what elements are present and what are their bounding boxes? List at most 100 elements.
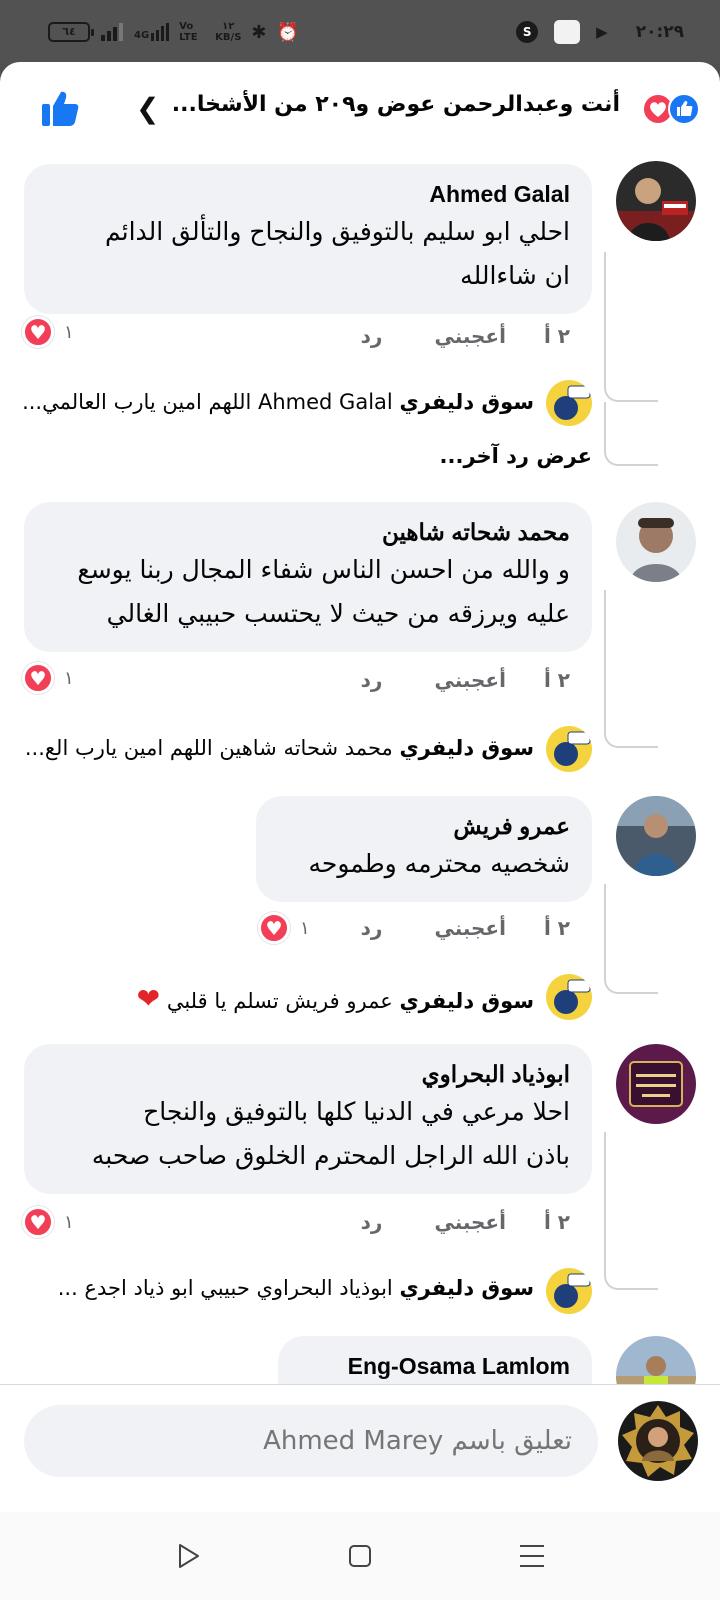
comment-bubble[interactable]: محمد شحاته شاهين و والله من احسن الناس ش… [24, 502, 592, 652]
comment-author[interactable]: Ahmed Galal [46, 178, 570, 210]
reply-author[interactable]: سوق دليفري [399, 390, 534, 414]
red-heart-emoji-icon: ❤ [136, 982, 161, 1015]
comment-text-line: ان شاءالله [460, 261, 570, 290]
comment-time: ٢ أ [543, 668, 570, 692]
reply-author[interactable]: سوق دليفري [399, 1276, 534, 1300]
reply-text: ابوذياد البحراوي حبيبي ابو ذياد اجدع ... [57, 1276, 393, 1300]
battery-icon: ٦٤ [48, 22, 94, 42]
comment-reactions[interactable]: ١ [22, 1206, 74, 1238]
comment-text-line: شخصيه محترمه وطموحه [308, 849, 570, 878]
reply-button[interactable]: رد [361, 324, 383, 348]
back-icon[interactable] [172, 1540, 204, 1572]
commenter-avatar[interactable] [616, 796, 696, 876]
play-notification-icon: ▶ [596, 23, 608, 41]
home-icon[interactable] [344, 1540, 376, 1572]
reply-avatar[interactable] [546, 380, 592, 426]
love-reaction-icon [22, 662, 54, 694]
comment-bubble[interactable]: Ahmed Galal احلي ابو سليم بالتوفيق والنج… [24, 164, 592, 314]
commenter-avatar[interactable] [616, 1044, 696, 1124]
comment-time: ٢ أ [543, 1210, 570, 1234]
comment-bubble[interactable]: ابوذياد البحراوي احلا مرعي في الدنيا كله… [24, 1044, 592, 1194]
signal-icon [101, 23, 123, 41]
thread-line [604, 884, 658, 994]
comment-text-line: احلا مرعي في الدنيا كلها بالتوفيق والنجا… [143, 1097, 570, 1126]
comment-author[interactable]: عمرو فريش [278, 810, 570, 842]
thread-line [604, 590, 658, 748]
like-reaction-icon [668, 93, 700, 125]
thread-line [604, 402, 658, 466]
system-nav-bar [0, 1512, 720, 1600]
comment-actions: ٢ أ أعجبني رد [361, 916, 570, 940]
reply-author[interactable]: سوق دليفري [399, 989, 534, 1013]
comment-text-line: احلي ابو سليم بالتوفيق والنجاح والتألق ا… [105, 217, 570, 246]
alarm-icon: ⏰ [276, 21, 299, 43]
app-notification-icon: S [516, 21, 539, 43]
app-notification-icon-2 [554, 20, 581, 44]
commenter-avatar[interactable] [616, 161, 696, 241]
reply-avatar[interactable] [546, 974, 592, 1020]
reply-text: محمد شحاته شاهين اللهم امين يارب الع... [24, 736, 393, 760]
clock: ٢٠:٢٩ [635, 22, 684, 42]
comment-time: ٢ أ [543, 324, 570, 348]
commenter-avatar[interactable] [616, 502, 696, 582]
comment-author[interactable]: Eng-Osama Lamlom [300, 1350, 570, 1382]
bluetooth-icon: ✱ [251, 21, 267, 43]
reply-text: Ahmed Galal اللهم امين يارب العالمي... [22, 390, 393, 414]
reaction-count: ١ [64, 321, 74, 343]
comments-sheet: ❮ أنت وعبدالرحمن عوض و٢٠٩ من الأشخا... A… [0, 62, 720, 1512]
reply-button[interactable]: رد [361, 668, 383, 692]
reaction-count: ١ [300, 917, 310, 939]
reply-avatar[interactable] [546, 726, 592, 772]
reply-button[interactable]: رد [361, 916, 383, 940]
reaction-count: ١ [64, 667, 74, 689]
comment-reactions[interactable]: ١ [258, 912, 310, 944]
speed-value: ١٢ [222, 21, 235, 32]
comment-text-line: باذن الله الراجل المحترم الخلوق صاحب صحب… [91, 1141, 570, 1170]
comment-text-line: و والله من احسن الناس شفاء المجال ربنا ي… [77, 555, 570, 584]
like-button[interactable]: أعجبني [434, 324, 506, 348]
like-button[interactable]: أعجبني [434, 916, 506, 940]
reply-preview[interactable]: سوق دليفري محمد شحاته شاهين اللهم امين ي… [25, 736, 534, 760]
battery-level: ٦٤ [62, 25, 76, 38]
like-button[interactable]: أعجبني [434, 1210, 506, 1234]
view-more-replies[interactable]: عرض رد آخر... [440, 444, 592, 468]
comment-actions: ٢ أ أعجبني رد [361, 1210, 570, 1234]
like-button[interactable]: أعجبني [434, 668, 506, 692]
menu-icon[interactable] [516, 1540, 548, 1572]
like-thumb-icon[interactable] [40, 88, 80, 128]
reply-preview[interactable]: سوق دليفري ابوذياد البحراوي حبيبي ابو ذي… [58, 1276, 534, 1300]
reply-button[interactable]: رد [361, 1210, 383, 1234]
reactions-header[interactable]: ❮ أنت وعبدالرحمن عوض و٢٠٩ من الأشخا... [0, 62, 720, 154]
user-avatar[interactable] [618, 1401, 698, 1481]
reply-text: عمرو فريش تسلم يا قلبي [166, 989, 393, 1013]
thread-line [604, 1132, 658, 1290]
comment-author[interactable]: محمد شحاته شاهين [46, 516, 570, 548]
speed-unit: KB/S [215, 32, 242, 43]
reaction-count: ١ [64, 1211, 74, 1233]
comment-actions: ٢ أ أعجبني رد [361, 668, 570, 692]
comment-text-line: عليه ويرزقه من حيث لا يحتسب حبيبي الغالي [106, 599, 570, 628]
status-right-icons: S ▶ ٢٠:٢٩ [516, 18, 684, 46]
comment-reactions[interactable]: ١ [22, 662, 74, 694]
reply-preview[interactable]: سوق دليفري عمرو فريش تسلم يا قلبي ❤ [137, 982, 534, 1015]
status-left-icons: ٦٤ 4G Vo LTE ١٢ KB/S ✱ ⏰ [48, 18, 299, 46]
network-4g-icon: 4G [134, 23, 170, 41]
speed-indicator: ١٢ KB/S [215, 21, 241, 43]
love-reaction-icon [22, 1206, 54, 1238]
reply-author[interactable]: سوق دليفري [399, 736, 534, 760]
comment-actions: ٢ أ أعجبني رد [361, 324, 570, 348]
comment-reactions[interactable]: ١ [22, 316, 74, 348]
reactions-summary[interactable]: أنت وعبدالرحمن عوض و٢٠٩ من الأشخا... [172, 92, 620, 117]
comment-input[interactable] [24, 1405, 598, 1477]
volte-label: Vo LTE [179, 21, 198, 43]
thread-line [604, 252, 658, 402]
reply-preview[interactable]: سوق دليفري Ahmed Galal اللهم امين يارب ا… [22, 390, 534, 414]
status-bar: ٦٤ 4G Vo LTE ١٢ KB/S ✱ ⏰ S ▶ ٢٠:٢٩ [0, 0, 720, 64]
chevron-left-icon[interactable]: ❮ [136, 92, 159, 125]
network-label: 4G [134, 30, 150, 41]
comment-author[interactable]: ابوذياد البحراوي [46, 1058, 570, 1090]
reply-avatar[interactable] [546, 1268, 592, 1314]
love-reaction-icon [22, 316, 54, 348]
comment-bubble[interactable]: عمرو فريش شخصيه محترمه وطموحه [256, 796, 592, 902]
comment-composer [0, 1384, 720, 1512]
